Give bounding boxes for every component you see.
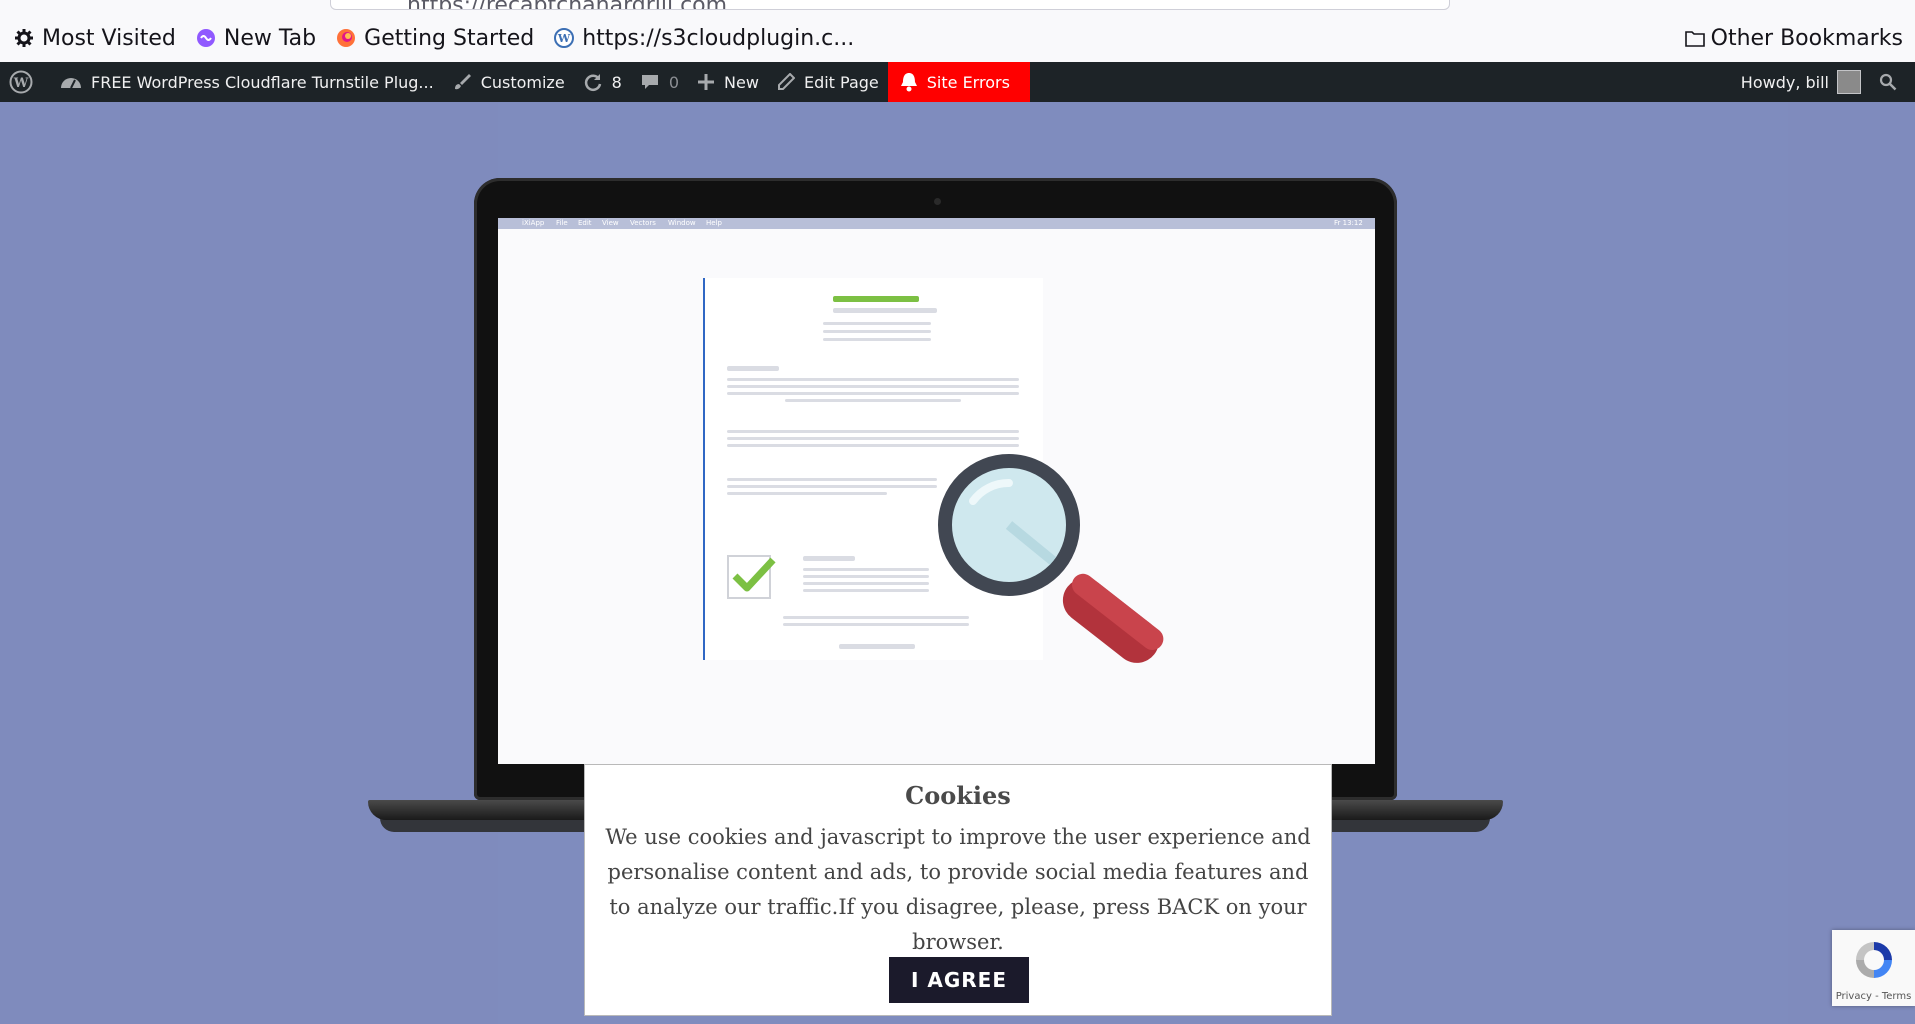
updates-icon xyxy=(584,74,601,91)
recaptcha-icon xyxy=(1856,942,1892,978)
new-label: New xyxy=(724,72,759,92)
doc-line xyxy=(727,430,1019,433)
plus-icon xyxy=(698,74,715,90)
svg-text:W: W xyxy=(13,76,29,91)
menubar-item: View xyxy=(602,219,619,227)
menubar-item: Edit xyxy=(578,219,592,227)
doc-line xyxy=(833,308,937,313)
laptop-illustration: iXiApp File Edit View Vectors Window Hel… xyxy=(474,178,1397,800)
customize-link[interactable]: Customize xyxy=(443,62,574,102)
menubar-item: Vectors xyxy=(630,219,656,227)
avatar xyxy=(1837,70,1861,94)
wordpress-icon: W xyxy=(554,28,575,48)
folder-icon xyxy=(1684,31,1705,47)
checkmark-icon xyxy=(727,555,776,599)
doc-line xyxy=(727,492,887,495)
site-errors-label: Site Errors xyxy=(926,72,1010,92)
other-bookmarks-label: Other Bookmarks xyxy=(1710,25,1903,51)
cookie-title: Cookies xyxy=(905,781,1011,810)
site-errors-link[interactable]: Site Errors xyxy=(887,62,1030,102)
screen-menubar: iXiApp File Edit View Vectors Window Hel… xyxy=(498,218,1375,229)
doc-line xyxy=(823,322,931,325)
browser-toolbar: https://recaptchahardrill.com xyxy=(0,0,1915,14)
site-name: FREE WordPress Cloudflare Turnstile Plug… xyxy=(91,72,434,92)
bookmark-label: Most Visited xyxy=(42,25,176,51)
laptop-screen: iXiApp File Edit View Vectors Window Hel… xyxy=(498,218,1375,764)
doc-heading-line xyxy=(833,296,919,302)
svg-text:W: W xyxy=(557,32,571,45)
doc-line xyxy=(727,366,779,371)
site-name-menu[interactable]: FREE WordPress Cloudflare Turnstile Plug… xyxy=(51,62,443,102)
gear-icon xyxy=(15,29,33,47)
dashboard-icon xyxy=(61,78,81,89)
menubar-item: File xyxy=(556,219,568,227)
url-bar[interactable]: https://recaptchahardrill.com xyxy=(330,0,1450,10)
doc-line xyxy=(803,568,929,571)
other-bookmarks[interactable]: Other Bookmarks xyxy=(1684,14,1903,62)
comment-icon xyxy=(641,75,658,89)
bookmark-s3cloudplugin[interactable]: W https://s3cloudplugin.c... xyxy=(554,26,854,51)
bookmark-label: Getting Started xyxy=(364,25,535,51)
doc-line xyxy=(839,644,915,649)
admin-bar-secondary: Howdy, bill xyxy=(1732,62,1915,102)
magnifying-glass-icon xyxy=(938,454,1164,663)
updates-count: 8 xyxy=(611,72,622,92)
doc-line xyxy=(803,582,929,585)
admin-search[interactable] xyxy=(1870,62,1915,102)
doc-line xyxy=(727,385,1019,388)
doc-line xyxy=(727,392,1019,395)
cookie-message: We use cookies and javascript to improve… xyxy=(605,825,1311,954)
doc-line xyxy=(785,399,961,402)
menubar-clock: Fr 13:12 xyxy=(1334,219,1363,227)
firefox-icon xyxy=(337,29,356,47)
doc-line xyxy=(803,589,929,592)
url-text: https://recaptchahardrill.com xyxy=(407,0,727,9)
wp-logo-menu[interactable]: W xyxy=(0,62,51,102)
agree-button[interactable]: I AGREE xyxy=(889,957,1029,1003)
search-icon xyxy=(1879,73,1897,91)
document-edge xyxy=(703,278,705,660)
comments-count: 0 xyxy=(668,72,680,92)
wordpress-logo-icon: W xyxy=(9,70,33,94)
howdy-label: Howdy, bill xyxy=(1740,72,1829,92)
camera-dot xyxy=(934,198,941,205)
bookmark-most-visited[interactable]: Most Visited xyxy=(14,26,176,51)
bookmark-getting-started[interactable]: Getting Started xyxy=(336,26,534,51)
doc-line xyxy=(727,437,1019,440)
doc-line xyxy=(727,444,1019,447)
new-tab-icon xyxy=(196,29,215,47)
menubar-item: iXiApp xyxy=(522,219,545,227)
customize-label: Customize xyxy=(480,72,565,92)
recaptcha-links[interactable]: Privacy - Terms xyxy=(1832,991,1915,1002)
doc-line xyxy=(823,330,931,333)
wp-admin-bar: W FREE WordPress Cloudflare Turnstile Pl… xyxy=(0,62,1915,102)
menubar-item: Help xyxy=(706,219,722,227)
brush-icon xyxy=(454,74,471,90)
edit-page-link[interactable]: Edit Page xyxy=(768,62,888,102)
bell-icon xyxy=(900,73,917,92)
doc-line xyxy=(823,338,931,341)
cookie-consent-dialog: Cookies We use cookies and javascript to… xyxy=(584,764,1332,1016)
doc-line xyxy=(727,478,937,481)
doc-line xyxy=(727,485,937,488)
my-account-menu[interactable]: Howdy, bill xyxy=(1732,62,1870,102)
bookmarks-toolbar: Most Visited New Tab Getting Started W h… xyxy=(0,14,1915,63)
recaptcha-badge[interactable]: Privacy - Terms xyxy=(1832,930,1915,1006)
doc-line xyxy=(803,556,855,561)
bookmark-label: New Tab xyxy=(223,25,317,51)
bookmark-label: https://s3cloudplugin.c... xyxy=(582,25,855,51)
comments-link[interactable]: 0 xyxy=(631,62,688,102)
doc-line xyxy=(727,378,1019,381)
doc-line xyxy=(803,575,929,578)
bookmark-new-tab[interactable]: New Tab xyxy=(196,26,316,51)
pencil-icon xyxy=(777,73,795,90)
new-content-menu[interactable]: New xyxy=(688,62,768,102)
edit-page-label: Edit Page xyxy=(803,72,879,92)
updates-link[interactable]: 8 xyxy=(574,62,631,102)
menubar-item: Window xyxy=(668,219,696,227)
